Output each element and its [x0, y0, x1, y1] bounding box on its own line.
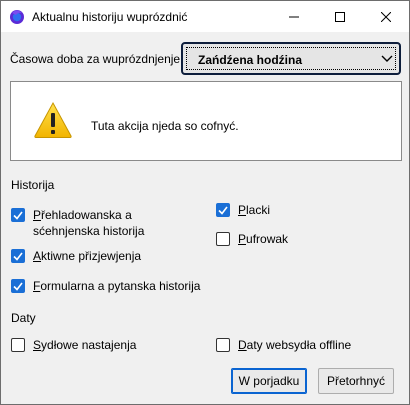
- checkbox-cache[interactable]: Pufrowak: [216, 231, 288, 247]
- maximize-icon: [335, 11, 345, 22]
- time-range-row: Časowa doba za wuprózdnjenje Zańdźena ho…: [10, 42, 402, 76]
- checkbox-indicator: [11, 338, 25, 352]
- cancel-button[interactable]: Přetorhnyć: [318, 368, 394, 394]
- check-icon: [13, 252, 23, 261]
- checkbox-label: Formularna a pytanska historija: [33, 279, 201, 293]
- check-icon: [13, 282, 23, 291]
- time-range-select[interactable]: Zańdźena hodźina: [181, 42, 401, 75]
- checkbox-form-search-history[interactable]: Formularna a pytanska historija: [11, 278, 231, 294]
- close-icon: [381, 11, 391, 22]
- minimize-button[interactable]: [271, 1, 317, 32]
- checkbox-indicator: [11, 208, 25, 222]
- checkbox-indicator: [216, 338, 230, 352]
- chevron-down-icon: [381, 55, 393, 62]
- checkbox-label: Daty websydła offline: [238, 338, 352, 352]
- checkbox-label: Pufrowak: [238, 232, 289, 246]
- window-title: Aktualnu historiju wuprózdnić: [32, 10, 188, 24]
- checkbox-cookies[interactable]: Placki: [216, 202, 270, 218]
- check-icon: [218, 206, 228, 215]
- ok-button[interactable]: W porjadku: [231, 368, 307, 394]
- checkbox-label: Sydłowe nastajenja: [33, 338, 137, 352]
- checkbox-active-logins[interactable]: Aktiwne přizjewjenja: [11, 248, 201, 264]
- firefox-icon: [10, 10, 24, 24]
- checkbox-indicator: [216, 232, 230, 246]
- checkbox-offline-website-data[interactable]: Daty websydła offline: [216, 337, 351, 353]
- checkbox-site-settings[interactable]: Sydłowe nastajenja: [11, 337, 136, 353]
- checkbox-label: Placki: [238, 203, 271, 217]
- history-heading: Historija: [11, 178, 55, 192]
- maximize-button[interactable]: [317, 1, 363, 32]
- warning-message: Tuta akcija njeda so cofnyć.: [91, 119, 239, 133]
- checkbox-indicator: [216, 203, 230, 217]
- check-icon: [13, 211, 23, 220]
- time-range-label: Časowa doba za wuprózdnjenje: [10, 52, 181, 66]
- checkbox-indicator: [11, 249, 25, 263]
- checkbox-indicator: [11, 279, 25, 293]
- close-button[interactable]: [363, 1, 409, 32]
- warning-icon: [34, 101, 72, 138]
- checkbox-browsing-history[interactable]: Přehladowanska a sćehnjenska historija: [11, 207, 201, 239]
- dialog-window: Aktualnu historiju wuprózdnić Časowa dob…: [0, 0, 410, 405]
- checkbox-label: Přehladowanska a sćehnjenska historija: [33, 208, 145, 238]
- data-heading: Daty: [11, 311, 36, 325]
- checkbox-label: Aktiwne přizjewjenja: [33, 249, 142, 263]
- warning-panel: Tuta akcija njeda so cofnyć.: [10, 81, 402, 161]
- title-bar: Aktualnu historiju wuprózdnić: [1, 1, 409, 32]
- minimize-icon: [289, 16, 299, 17]
- time-range-value: Zańdźena hodźina: [198, 53, 303, 67]
